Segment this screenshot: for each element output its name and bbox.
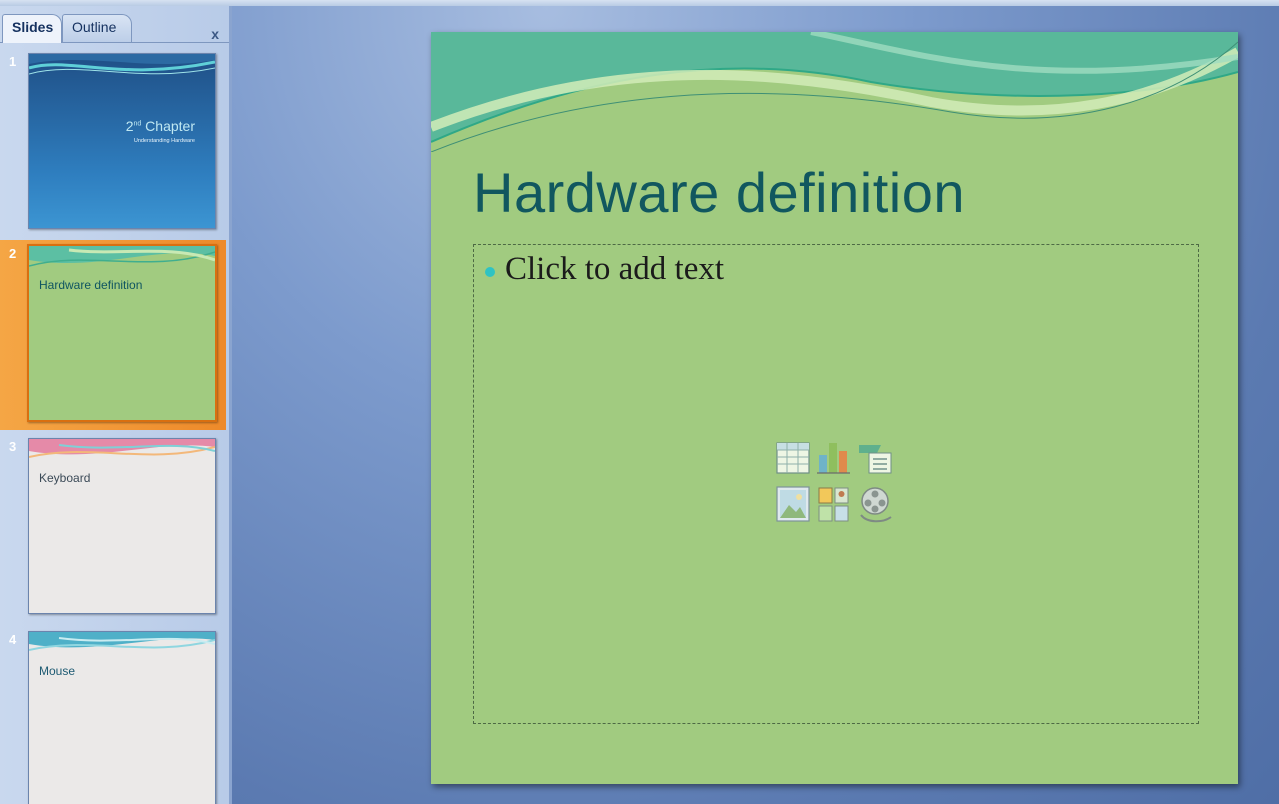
content-insert-icons	[775, 439, 895, 531]
bullet-icon	[485, 267, 495, 277]
wave-decoration	[29, 439, 215, 458]
table-icon[interactable]	[775, 439, 811, 479]
thumbnail-title: Hardware definition	[39, 278, 143, 292]
slide-thumbnail-1[interactable]: 2nd Chapter Understanding Hardware	[28, 53, 216, 229]
slide-title[interactable]: Hardware definition	[473, 160, 965, 225]
wave-decoration	[431, 32, 1238, 152]
thumbnail-row-3: 3 Keyboard	[0, 433, 226, 623]
wave-decoration	[29, 632, 215, 651]
thumbnail-title: 2nd Chapter	[125, 118, 195, 134]
thumbnail-title: Mouse	[39, 664, 76, 678]
wave-decoration	[29, 246, 215, 267]
slide-number: 3	[9, 439, 17, 454]
slide-thumbnail-4[interactable]: Mouse	[28, 631, 216, 804]
clipart-icon[interactable]	[816, 485, 852, 525]
thumbnail-title: Keyboard	[39, 471, 91, 485]
thumbnail-row-1: 1 2nd Chapter Understanding Hardware	[0, 48, 226, 238]
wave-decoration	[29, 54, 215, 75]
current-slide[interactable]: Hardware definition Click to add text	[431, 32, 1238, 784]
thumbnail-row-2: 2 Hardware definition	[0, 240, 226, 430]
slide-thumbnail-list[interactable]: 1 2nd Chapter Understanding Hardware 2 H…	[0, 44, 229, 804]
thumbnail-subtitle: Understanding Hardware	[133, 138, 195, 144]
chart-icon[interactable]	[816, 439, 852, 479]
picture-icon[interactable]	[775, 485, 811, 525]
close-pane-icon[interactable]: x	[211, 26, 219, 42]
thumbnail-row-4: 4 Mouse	[0, 626, 226, 804]
content-placeholder[interactable]: Click to add text	[473, 244, 1199, 724]
slide-number: 1	[9, 54, 17, 69]
tab-slides[interactable]: Slides	[2, 14, 62, 43]
pane-tab-bar: Slides Outline x	[0, 14, 229, 43]
slide-number: 4	[9, 632, 17, 647]
smartart-icon[interactable]	[857, 439, 893, 479]
tab-outline[interactable]: Outline	[62, 14, 132, 42]
slides-pane: Slides Outline x 1 2nd Chapter Understan…	[0, 6, 232, 804]
slide-thumbnail-3[interactable]: Keyboard	[28, 438, 216, 614]
slide-thumbnail-2[interactable]: Hardware definition	[27, 244, 217, 422]
slide-number: 2	[9, 246, 17, 261]
placeholder-text[interactable]: Click to add text	[505, 251, 724, 288]
media-icon[interactable]	[857, 485, 893, 525]
